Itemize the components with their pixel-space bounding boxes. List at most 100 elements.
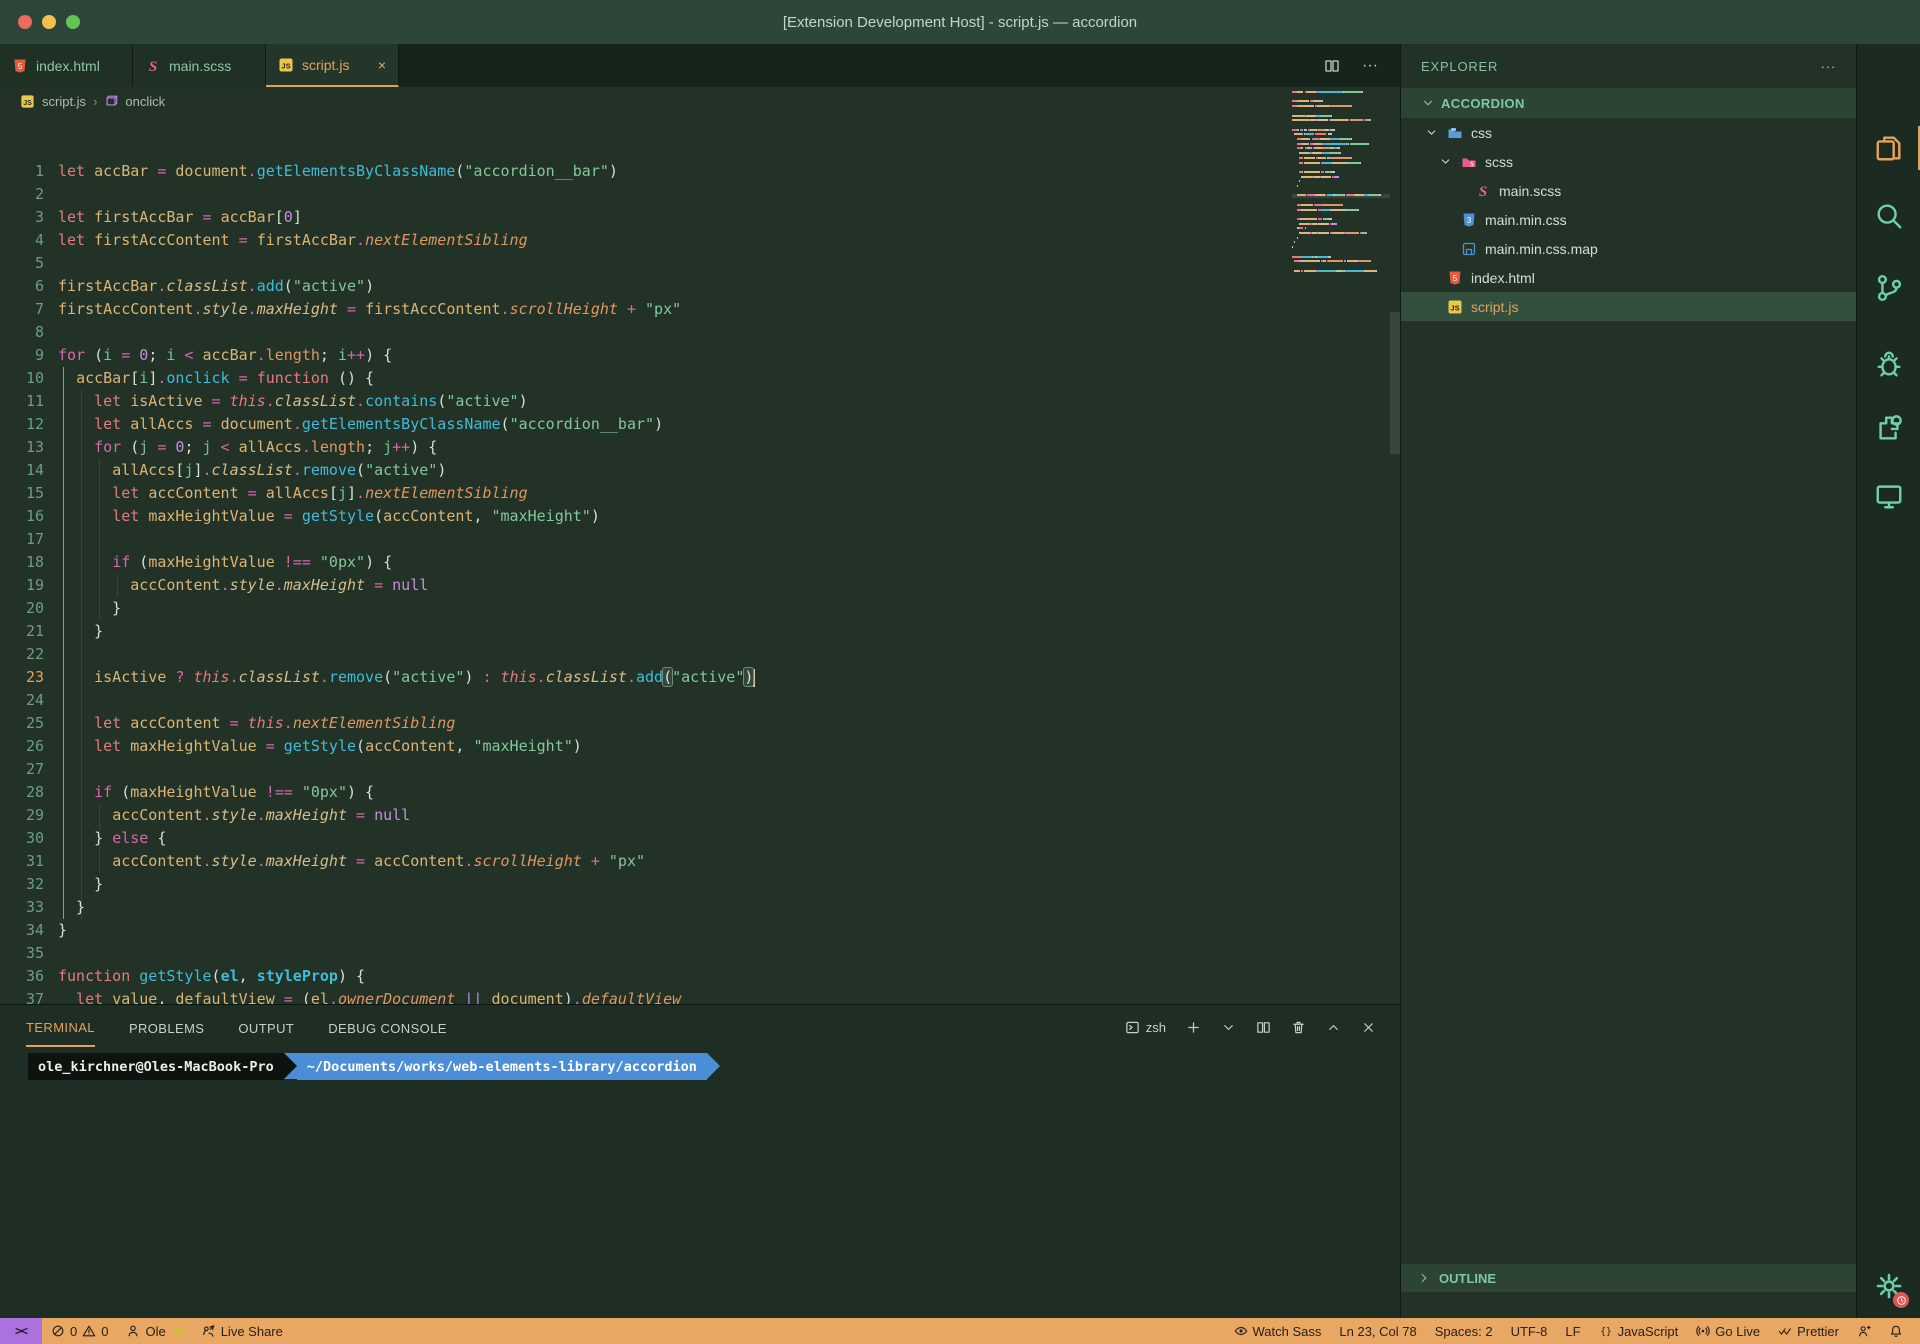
breadcrumb-symbol[interactable]: onclick bbox=[125, 94, 165, 109]
problems-status[interactable]: 00 bbox=[42, 1318, 117, 1344]
split-terminal-icon[interactable] bbox=[1256, 1020, 1271, 1035]
code-token: ) bbox=[654, 415, 663, 433]
outline-section[interactable]: OUTLINE bbox=[1401, 1264, 1857, 1292]
close-window-button[interactable] bbox=[18, 15, 32, 29]
minimap-line bbox=[1318, 157, 1326, 159]
js-file-icon: JS bbox=[20, 94, 35, 109]
indentation-status[interactable]: Spaces: 2 bbox=[1426, 1318, 1502, 1344]
code-token: ) { bbox=[365, 553, 392, 571]
code-token: . bbox=[257, 852, 266, 870]
code-line: 33 } bbox=[0, 896, 1400, 919]
maximize-window-button[interactable] bbox=[66, 15, 80, 29]
code-line: 8 bbox=[0, 321, 1400, 344]
accounts-status[interactable] bbox=[1848, 1318, 1880, 1344]
activity-files[interactable] bbox=[1857, 116, 1920, 180]
code-editor[interactable]: 1let accBar = document.getElementsByClas… bbox=[0, 115, 1400, 1004]
code-token bbox=[58, 553, 112, 571]
panel-tab-debug-console[interactable]: DEBUG CONSOLE bbox=[328, 1009, 447, 1046]
encoding-label: UTF-8 bbox=[1511, 1324, 1548, 1339]
line-number: 25 bbox=[0, 712, 44, 735]
close-panel-icon[interactable] bbox=[1361, 1020, 1376, 1035]
panel-tab-problems[interactable]: PROBLEMS bbox=[129, 1009, 204, 1046]
eol-status[interactable]: LF bbox=[1556, 1318, 1589, 1344]
tree-item-css[interactable]: css bbox=[1401, 118, 1856, 147]
code-token: el bbox=[221, 967, 239, 985]
minimap-line bbox=[1301, 176, 1313, 178]
editor-scrollbar[interactable] bbox=[1390, 312, 1400, 454]
activity-debug[interactable] bbox=[1857, 332, 1920, 396]
code-line: 10 accBar[i].onclick = function () { bbox=[0, 367, 1400, 390]
shell-selector[interactable]: zsh bbox=[1125, 1020, 1166, 1035]
minimap-line bbox=[1354, 194, 1364, 196]
code-token: ; bbox=[184, 438, 202, 456]
minimize-window-button[interactable] bbox=[42, 15, 56, 29]
go-live-status[interactable]: Go Live bbox=[1687, 1318, 1769, 1344]
breadcrumb[interactable]: JS script.js › onclick bbox=[0, 87, 1400, 115]
breadcrumb-file[interactable]: script.js bbox=[42, 94, 86, 109]
minimap-line bbox=[1350, 119, 1364, 121]
minimap-line bbox=[1297, 91, 1304, 93]
minimap-line bbox=[1317, 119, 1327, 121]
tree-item-main.min.css[interactable]: 3main.min.css bbox=[1401, 205, 1856, 234]
minimap-line bbox=[1292, 119, 1309, 121]
minimap-line bbox=[1350, 143, 1368, 145]
tab-script.js[interactable]: JSscript.js× bbox=[266, 44, 399, 87]
panel-tab-output[interactable]: OUTPUT bbox=[238, 1009, 294, 1046]
activity-search[interactable] bbox=[1857, 184, 1920, 248]
more-actions-icon[interactable]: ··· bbox=[1362, 57, 1378, 75]
tree-item-main.scss[interactable]: Smain.scss bbox=[1401, 176, 1856, 205]
activity-source-control[interactable] bbox=[1857, 256, 1920, 320]
line-number: 28 bbox=[0, 781, 44, 804]
activity-live-server[interactable] bbox=[1857, 464, 1920, 528]
user-status[interactable]: Ole bbox=[117, 1318, 192, 1344]
notifications-status[interactable] bbox=[1880, 1318, 1912, 1344]
tree-item-main.min.css.map[interactable]: main.min.css.map bbox=[1401, 234, 1856, 263]
panel-tab-terminal[interactable]: TERMINAL bbox=[26, 1008, 95, 1047]
terminal-prompt: ole_kirchner@Oles-MacBook-Pro ~/Document… bbox=[28, 1053, 720, 1080]
minimap-line bbox=[1306, 129, 1307, 131]
code-line-text: let accBar = document.getElementsByClass… bbox=[58, 160, 618, 183]
encoding-status[interactable]: UTF-8 bbox=[1502, 1318, 1557, 1344]
live-share-button[interactable]: Live Share bbox=[193, 1318, 292, 1344]
code-token bbox=[311, 553, 320, 571]
watch-sass-status[interactable]: Watch Sass bbox=[1225, 1318, 1331, 1344]
code-token: j bbox=[383, 438, 392, 456]
prettier-status[interactable]: Prettier bbox=[1769, 1318, 1848, 1344]
code-token: = bbox=[148, 162, 175, 180]
code-token: . bbox=[257, 346, 266, 364]
shell-label: zsh bbox=[1146, 1020, 1166, 1035]
code-line-text: let value, defaultView = (el.ownerDocume… bbox=[58, 988, 681, 1004]
minimap-line bbox=[1302, 256, 1311, 258]
code-line-text: isActive ? this.classList.remove("active… bbox=[58, 666, 755, 689]
new-terminal-icon[interactable] bbox=[1186, 1020, 1201, 1035]
line-number: 20 bbox=[0, 597, 44, 620]
activity-extensions[interactable] bbox=[1857, 396, 1920, 460]
kill-terminal-icon[interactable] bbox=[1291, 1020, 1306, 1035]
settings-gear-icon[interactable] bbox=[1857, 1254, 1920, 1318]
minimap-line bbox=[1368, 143, 1369, 145]
code-line-text: accBar[i].onclick = function () { bbox=[58, 367, 374, 390]
minimap-line bbox=[1327, 194, 1334, 196]
minimap[interactable] bbox=[1292, 91, 1390, 411]
code-token: = bbox=[230, 231, 257, 249]
explorer-title: EXPLORER bbox=[1421, 59, 1498, 74]
code-token: "active" bbox=[392, 668, 464, 686]
tab-index.html[interactable]: 5index.html bbox=[0, 44, 133, 87]
explorer-section-accordion[interactable]: ACCORDION bbox=[1401, 88, 1856, 118]
tree-item-index.html[interactable]: 5index.html bbox=[1401, 263, 1856, 292]
line-number: 5 bbox=[0, 252, 44, 275]
split-editor-icon[interactable] bbox=[1324, 58, 1340, 74]
explorer-more-icon[interactable]: ··· bbox=[1821, 59, 1836, 74]
close-tab-icon[interactable]: × bbox=[378, 57, 386, 73]
code-token: firstAccBar bbox=[94, 208, 193, 226]
svg-text:3: 3 bbox=[1467, 216, 1472, 225]
tree-item-script.js[interactable]: JSscript.js bbox=[1401, 292, 1856, 321]
maximize-panel-icon[interactable] bbox=[1326, 1020, 1341, 1035]
line-number: 16 bbox=[0, 505, 44, 528]
tab-main.scss[interactable]: Smain.scss bbox=[133, 44, 266, 87]
language-status[interactable]: {}JavaScript bbox=[1590, 1318, 1688, 1344]
cursor-position-status[interactable]: Ln 23, Col 78 bbox=[1330, 1318, 1425, 1344]
tree-item-scss[interactable]: Sscss bbox=[1401, 147, 1856, 176]
terminal-dropdown-icon[interactable] bbox=[1221, 1020, 1236, 1035]
remote-indicator[interactable]: >< bbox=[0, 1318, 42, 1344]
